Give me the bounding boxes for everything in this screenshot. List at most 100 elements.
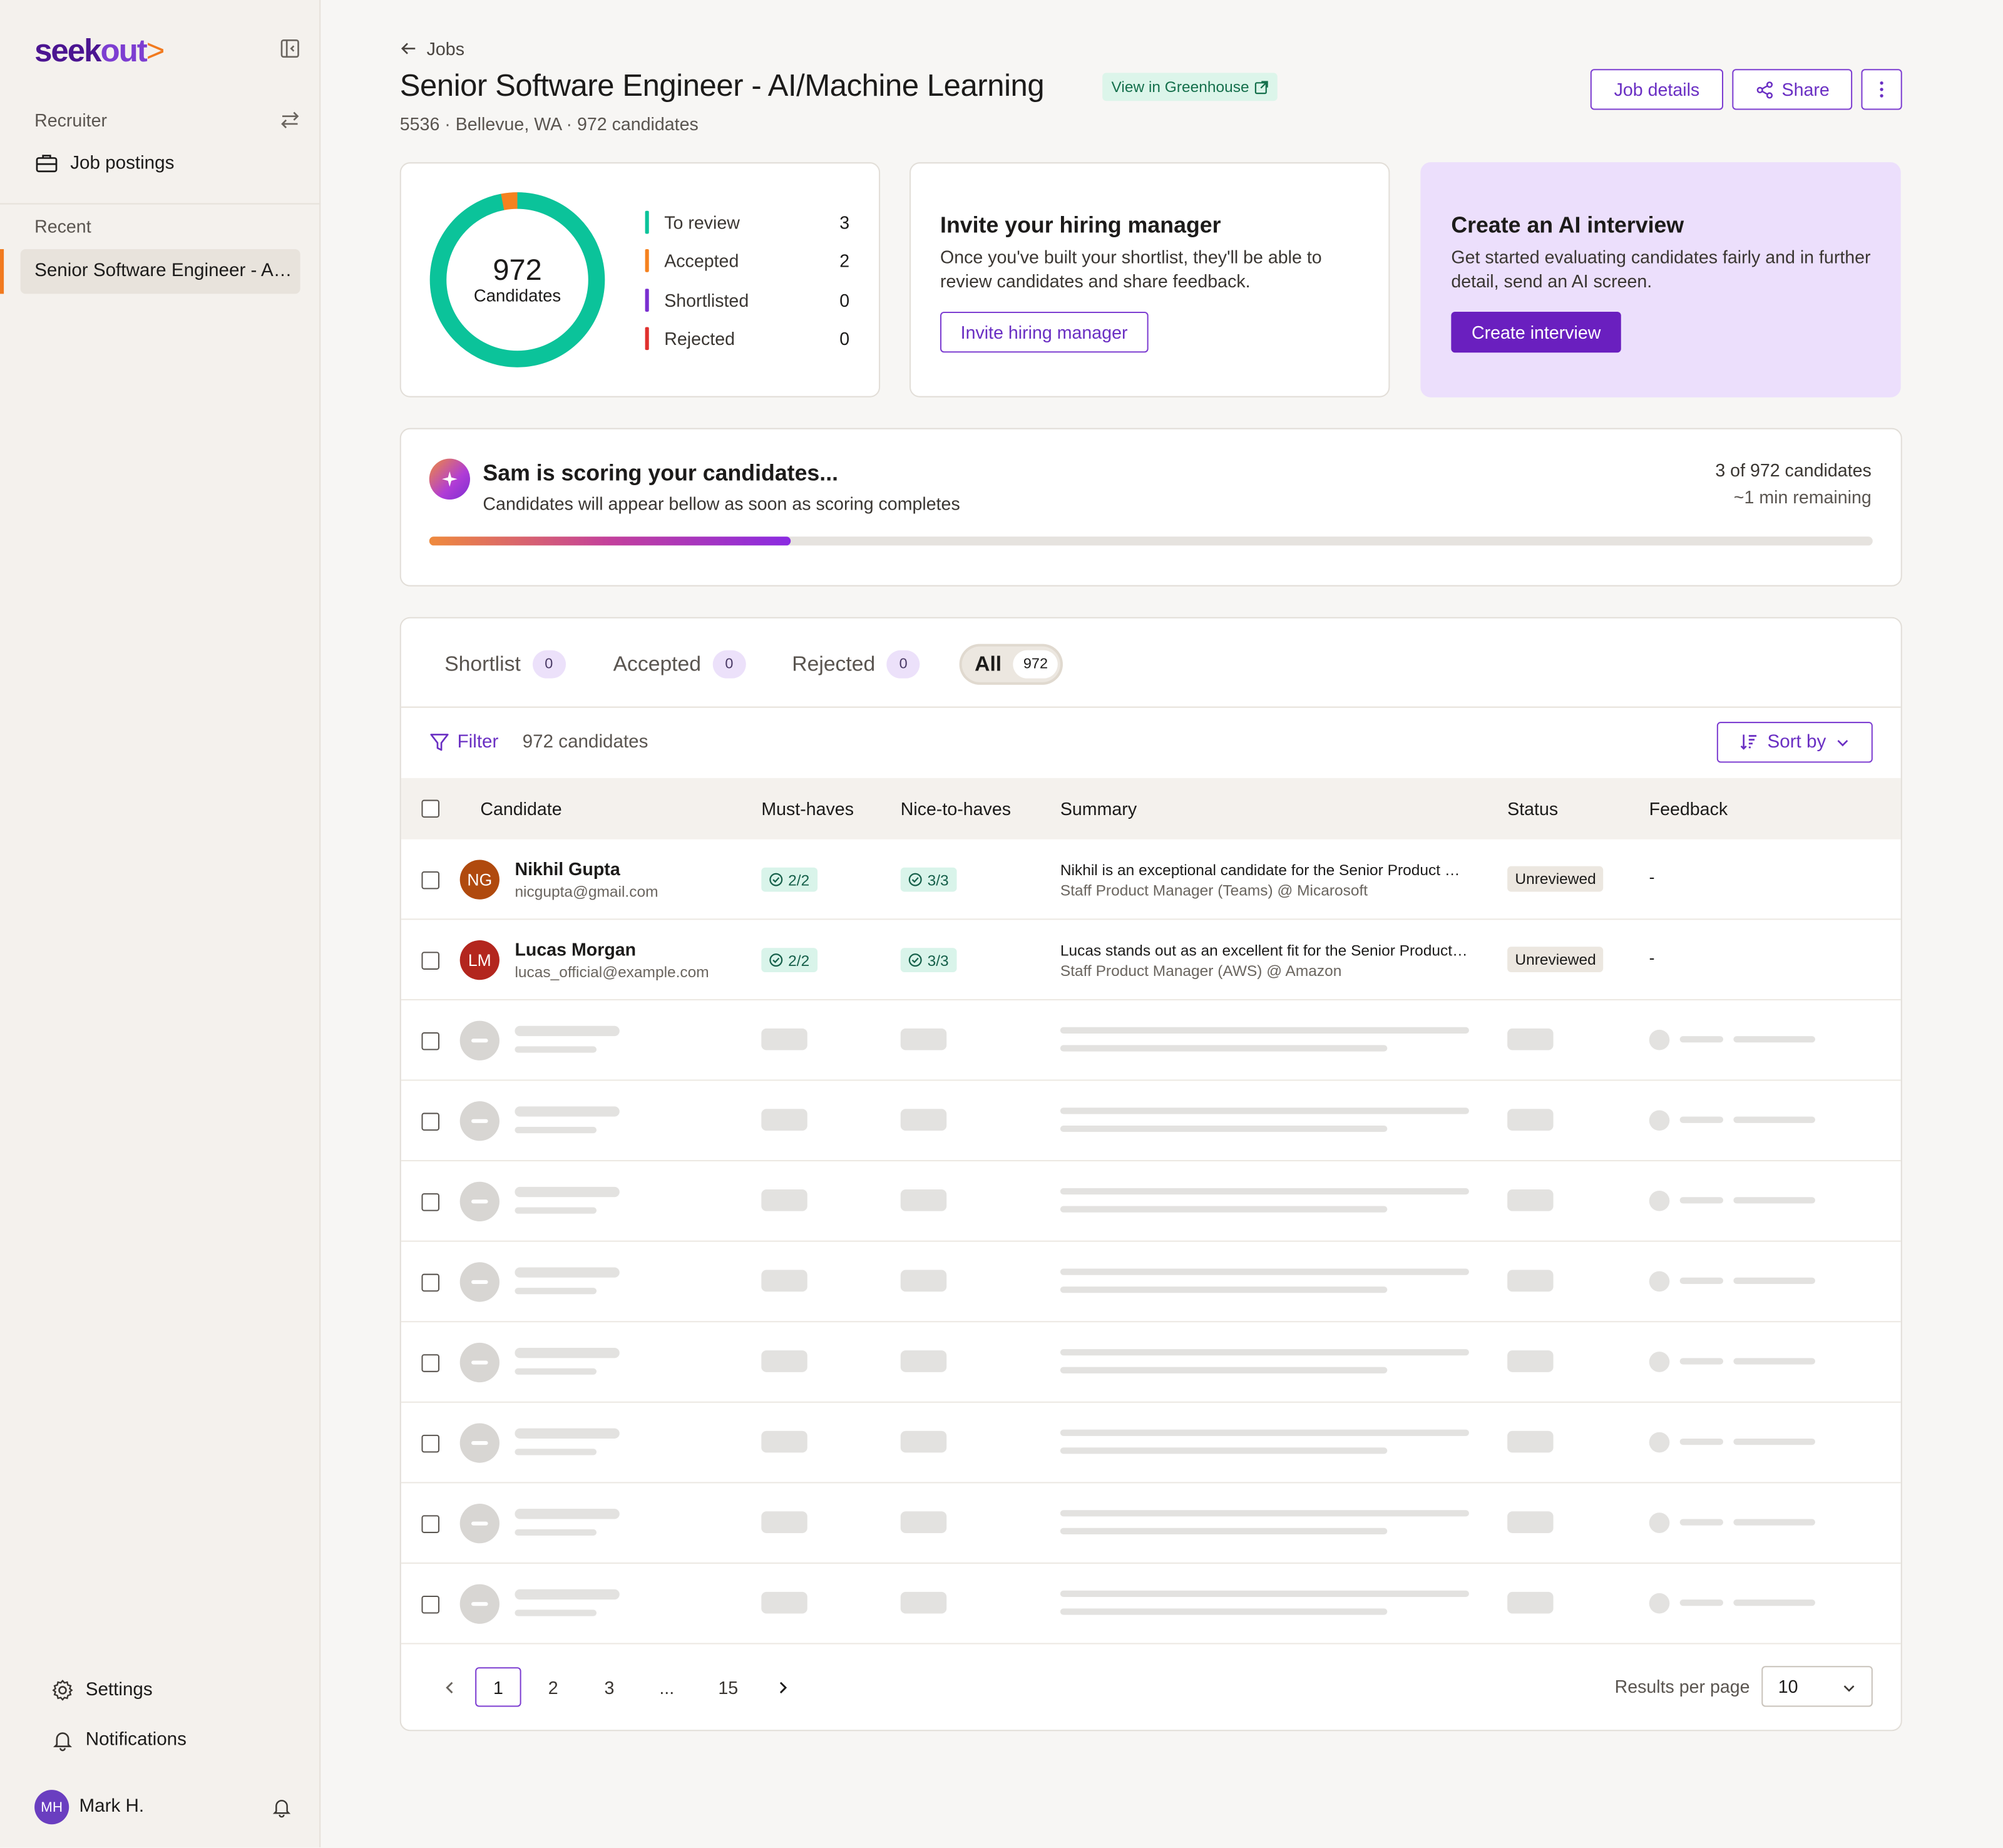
skeleton-line: [1679, 1036, 1724, 1043]
tab-rejected[interactable]: Rejected 0: [792, 644, 920, 685]
skeleton-pill: [761, 1028, 807, 1050]
skeleton-pill: [1507, 1350, 1554, 1372]
skeleton-line: [1733, 1116, 1815, 1123]
table-row[interactable]: NG Nikhil Gupta nicgupta@gmail.com 2/2 3…: [401, 839, 1901, 920]
skeleton-line: [1060, 1286, 1388, 1293]
check-circle-icon: [769, 953, 783, 967]
tab-accepted[interactable]: Accepted 0: [613, 644, 746, 685]
skeleton-avatar: [459, 1423, 499, 1463]
column-header-must-haves[interactable]: Must-haves: [761, 799, 854, 819]
sidebar-item-recent-job[interactable]: Senior Software Engineer - AI/Machine Le…: [20, 249, 300, 294]
results-per-page-select[interactable]: 10: [1761, 1666, 1873, 1707]
avatar: LM: [459, 940, 499, 980]
sidebar-item-job-postings[interactable]: Job postings: [34, 151, 174, 175]
skeleton-line: [1060, 1045, 1388, 1052]
invite-hiring-manager-button[interactable]: Invite hiring manager: [940, 311, 1149, 353]
view-in-greenhouse-link[interactable]: View in Greenhouse: [1102, 73, 1278, 101]
skeleton-pill: [1507, 1028, 1554, 1050]
skeleton-pill: [900, 1270, 947, 1292]
collapse-sidebar-icon[interactable]: [280, 38, 300, 59]
tab-shortlist[interactable]: Shortlist 0: [444, 644, 566, 685]
must-haves-badge: 2/2: [761, 867, 817, 892]
create-interview-button[interactable]: Create interview: [1451, 311, 1622, 353]
skeleton-pill: [1507, 1511, 1554, 1533]
skeleton-pill: [900, 1511, 947, 1533]
legend-swatch: [645, 249, 649, 272]
row-checkbox[interactable]: [421, 1354, 440, 1372]
row-checkbox[interactable]: [421, 1032, 440, 1050]
tab-count-badge: 972: [1013, 650, 1058, 679]
legend-accepted[interactable]: Accepted 2: [645, 248, 849, 274]
skeleton-line: [515, 1106, 620, 1117]
skeleton-row: [401, 1161, 1901, 1242]
row-checkbox[interactable]: [421, 1434, 440, 1453]
row-checkbox[interactable]: [421, 952, 440, 970]
legend-swatch: [645, 210, 649, 234]
skeleton-line: [1060, 1608, 1388, 1615]
skeleton-line: [1060, 1527, 1388, 1535]
row-checkbox[interactable]: [421, 1193, 440, 1211]
candidate-name[interactable]: Lucas Morgan: [515, 939, 636, 960]
gear-icon: [52, 1680, 73, 1701]
sidebar-item-notifications[interactable]: Notifications: [51, 1728, 187, 1752]
legend-to-review[interactable]: To review 3: [645, 210, 849, 235]
user-name[interactable]: Mark H.: [79, 1796, 145, 1817]
column-header-status[interactable]: Status: [1507, 799, 1558, 819]
candidate-role: Staff Product Manager (Teams) @ Micaroso…: [1060, 881, 1368, 900]
sidebar-divider: [0, 203, 321, 205]
column-header-nice-to-haves[interactable]: Nice-to-haves: [901, 799, 1011, 819]
column-header-feedback[interactable]: Feedback: [1649, 799, 1728, 819]
skeleton-avatar: [459, 1181, 499, 1222]
sidebar-item-label: Job postings: [70, 152, 175, 173]
filter-icon: [430, 734, 449, 751]
skeleton-line: [515, 1186, 620, 1198]
scoring-remaining: ~1 min remaining: [1733, 486, 1872, 508]
active-indicator: [0, 249, 4, 294]
legend-shortlisted[interactable]: Shortlisted 0: [645, 287, 849, 313]
more-options-button[interactable]: [1861, 69, 1902, 110]
page-1-button[interactable]: 1: [475, 1667, 521, 1707]
switch-icon[interactable]: [279, 108, 302, 131]
bell-icon[interactable]: [271, 1796, 293, 1818]
page-2-button[interactable]: 2: [530, 1667, 576, 1707]
tab-all[interactable]: All 972: [959, 644, 1063, 685]
page-15-button[interactable]: 15: [705, 1667, 751, 1707]
candidate-name[interactable]: Nikhil Gupta: [515, 858, 620, 879]
back-link[interactable]: Jobs: [400, 38, 464, 59]
scoring-progress-bar: [429, 536, 1873, 546]
select-all-checkbox[interactable]: [421, 799, 440, 818]
candidate-summary: Nikhil is an exceptional candidate for t…: [1060, 861, 1472, 880]
row-checkbox[interactable]: [421, 1273, 440, 1292]
sidebar-item-settings[interactable]: Settings: [51, 1679, 153, 1702]
sort-by-button[interactable]: Sort by: [1716, 722, 1873, 763]
skeleton-pill: [1507, 1430, 1554, 1453]
prev-page-button[interactable]: [427, 1667, 473, 1707]
skeleton-line: [515, 1348, 620, 1358]
legend-swatch: [645, 289, 649, 312]
skeleton-pill: [761, 1189, 807, 1211]
skeleton-avatar: [459, 1342, 499, 1383]
page-3-button[interactable]: 3: [587, 1667, 632, 1707]
row-checkbox[interactable]: [421, 1515, 440, 1533]
column-header-candidate[interactable]: Candidate: [480, 799, 561, 819]
share-button[interactable]: Share: [1732, 69, 1853, 110]
ai-interview-card: Create an AI interview Get started evalu…: [1420, 162, 1901, 398]
legend-rejected[interactable]: Rejected 0: [645, 326, 849, 351]
seekout-logo[interactable]: seekout>: [34, 33, 165, 70]
next-page-button[interactable]: [760, 1667, 806, 1707]
skeleton-line: [1679, 1197, 1724, 1204]
total-candidates: 972: [493, 253, 542, 287]
row-checkbox[interactable]: [421, 871, 440, 890]
job-details-button[interactable]: Job details: [1590, 69, 1724, 110]
scoring-count: 3 of 972 candidates: [1715, 459, 1872, 481]
user-avatar[interactable]: MH: [34, 1790, 69, 1825]
skeleton-line: [1733, 1599, 1815, 1606]
check-circle-icon: [908, 873, 922, 886]
column-header-summary[interactable]: Summary: [1060, 799, 1137, 819]
table-row[interactable]: LM Lucas Morgan lucas_official@example.c…: [401, 920, 1901, 1000]
filter-button[interactable]: Filter: [429, 732, 498, 752]
row-checkbox[interactable]: [421, 1112, 440, 1131]
skeleton-line: [1060, 1188, 1469, 1195]
skeleton-pill: [761, 1270, 807, 1292]
row-checkbox[interactable]: [421, 1595, 440, 1614]
